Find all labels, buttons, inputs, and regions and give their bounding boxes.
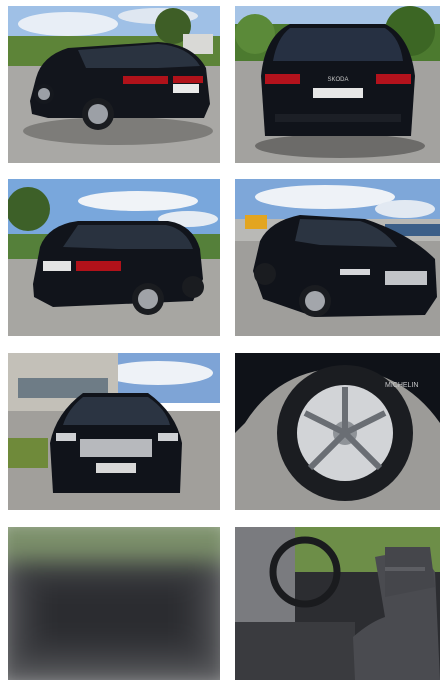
car-photo-icon <box>8 6 220 163</box>
car-photo-icon <box>235 179 440 336</box>
blurred-photo-icon <box>8 527 220 680</box>
photo-rear-three-quarter-field[interactable] <box>8 179 220 336</box>
photo-rear-view[interactable]: SKODA <box>235 6 440 163</box>
car-photo-icon <box>8 179 220 336</box>
photo-blurred[interactable] <box>8 527 220 680</box>
car-photo-icon <box>8 353 220 510</box>
photo-front-three-quarter[interactable] <box>235 179 440 336</box>
photo-wheel-closeup[interactable]: MICHELIN <box>235 353 440 510</box>
photo-interior[interactable] <box>235 527 440 680</box>
photo-front-view[interactable] <box>8 353 220 510</box>
tyre-brand-text: MICHELIN <box>385 382 418 389</box>
car-photo-icon: SKODA <box>235 6 440 163</box>
photo-rear-three-quarter[interactable] <box>8 6 220 163</box>
interior-photo-icon <box>235 527 440 680</box>
brand-badge: SKODA <box>327 77 348 83</box>
wheel-photo-icon: MICHELIN <box>235 353 440 510</box>
photo-gallery: SKODA MICHELIN <box>0 0 440 680</box>
